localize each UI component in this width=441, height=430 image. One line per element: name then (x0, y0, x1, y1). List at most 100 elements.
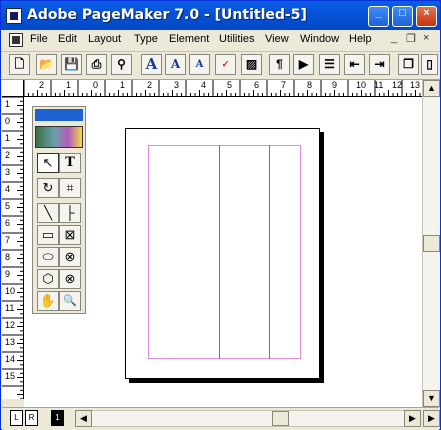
toolbar: 🗋 📂 💾 ⎙ ⚲ A A A ✓ ▨ ¶ ▶ ☰ ⇤ ⇥ ❐ ▯ (1, 52, 440, 80)
v-ruler-label: 4 (5, 184, 11, 194)
vertical-scrollbar[interactable]: ▲ ▼ (422, 80, 440, 407)
toolbox-title-bar[interactable] (35, 109, 83, 121)
crop-tool[interactable]: ⌗ (59, 178, 81, 198)
menu-element[interactable]: Element (169, 33, 209, 45)
text-tool[interactable]: T (59, 153, 81, 173)
v-ruler-label: 1 (5, 133, 11, 143)
menu-utilities[interactable]: Utilities (219, 33, 254, 45)
vertical-scroll-thumb[interactable] (423, 235, 440, 252)
left-master-page[interactable]: L (10, 410, 23, 426)
column-guide[interactable] (219, 145, 220, 359)
h-ruler-label: 7 (281, 80, 287, 90)
v-ruler-label: 7 (5, 235, 11, 245)
scroll-right-button[interactable]: ▶ (404, 410, 421, 427)
pointer-tool[interactable]: ↖ (37, 153, 59, 173)
indent-left-icon[interactable]: ⇤ (344, 54, 365, 75)
doc-close-icon[interactable]: × (423, 32, 429, 44)
rectangle-frame-tool[interactable]: ⊠ (59, 225, 81, 245)
new-icon[interactable]: 🗋 (9, 54, 30, 75)
pilcrow-icon[interactable]: ¶ (269, 54, 290, 75)
h-ruler-label: 0 (93, 80, 99, 90)
save-icon[interactable]: 💾 (61, 54, 82, 75)
hand-tool[interactable]: ✋ (37, 291, 59, 311)
toolbox-preview-swatch (35, 126, 83, 148)
v-ruler-label: 8 (5, 252, 11, 262)
h-ruler-label: 4 (201, 80, 207, 90)
scroll-left-button[interactable]: ◀ (75, 410, 92, 427)
polygon-frame-tool[interactable]: ⊗ (59, 269, 81, 289)
horizontal-ruler[interactable]: 2 1 0 1 2 3 4 5 6 7 8 9 10 11 12 13 (24, 80, 422, 97)
window-title: Adobe PageMaker 7.0 - [Untitled-5] (27, 7, 307, 23)
minimize-button[interactable]: _ (368, 6, 389, 27)
find-icon[interactable]: ⚲ (111, 54, 132, 75)
v-ruler-label: 6 (5, 218, 11, 228)
menu-help[interactable]: Help (349, 33, 372, 45)
h-ruler-label: 6 (254, 80, 260, 90)
v-ruler-label: 12 (5, 320, 16, 330)
horizontal-scrollbar[interactable]: ◀ ▶ (75, 410, 421, 427)
v-ruler-label: 0 (5, 116, 11, 126)
menu-window[interactable]: Window (300, 33, 339, 45)
v-ruler-label: 1 (5, 99, 11, 109)
toolbox-palette[interactable]: ↖ T ↻ ⌗ ╲ ├ ▭ ⊠ ⬭ ⊗ ⬡ ⊗ ✋ 🔍 (32, 106, 86, 314)
v-ruler-label: 2 (5, 150, 11, 160)
pagemaker-app-icon[interactable] (6, 8, 22, 24)
margin-guides (148, 145, 301, 359)
h-ruler-label: 12 (392, 80, 403, 90)
scroll-right-end-button[interactable]: ▶ (423, 410, 440, 427)
menu-type[interactable]: Type (134, 33, 158, 45)
menu-view[interactable]: View (265, 33, 289, 45)
font-icon[interactable]: A (141, 54, 162, 75)
h-ruler-label: 8 (307, 80, 313, 90)
maximize-button[interactable]: □ (392, 6, 413, 27)
v-ruler-label: 11 (5, 303, 15, 313)
ellipse-frame-tool[interactable]: ⊗ (59, 247, 81, 267)
doc-minimize-icon[interactable]: _ (391, 32, 397, 44)
v-ruler-label: 15 (5, 371, 16, 381)
h-ruler-label: 1 (66, 80, 72, 90)
font-smaller-icon[interactable]: A (189, 54, 210, 75)
menu-edit[interactable]: Edit (58, 33, 77, 45)
rectangle-tool[interactable]: ▭ (37, 225, 59, 245)
menu-file[interactable]: File (30, 33, 48, 45)
column-guide[interactable] (269, 145, 270, 359)
v-ruler-label: 3 (5, 167, 11, 177)
document-icon[interactable] (9, 33, 23, 47)
ellipse-tool[interactable]: ⬭ (37, 247, 59, 267)
polygon-tool[interactable]: ⬡ (37, 269, 59, 289)
v-ruler-label: 5 (5, 201, 11, 211)
close-icon: × (423, 7, 430, 19)
bullets-icon[interactable]: ☰ (319, 54, 340, 75)
rotate-tool[interactable]: ↻ (37, 178, 59, 198)
constrained-line-tool[interactable]: ├ (59, 203, 81, 223)
title-bar[interactable]: Adobe PageMaker 7.0 - [Untitled-5] _ □ × (1, 1, 440, 30)
page-1[interactable]: 1 (51, 410, 64, 426)
ruler-origin[interactable] (2, 80, 24, 97)
minimize-icon: _ (375, 7, 382, 19)
document-page[interactable] (125, 128, 320, 379)
menu-layout[interactable]: Layout (88, 33, 121, 45)
page-icon[interactable]: ▯ (421, 54, 438, 75)
print-icon[interactable]: ⎙ (86, 54, 107, 75)
zoom-tool[interactable]: 🔍 (59, 291, 81, 311)
text-flow-icon[interactable]: ▶ (293, 54, 314, 75)
close-button[interactable]: × (416, 6, 437, 27)
line-tool[interactable]: ╲ (37, 203, 59, 223)
copy-icon[interactable]: ❐ (398, 54, 419, 75)
scroll-down-button[interactable]: ▼ (423, 390, 440, 407)
horizontal-scroll-thumb[interactable] (272, 411, 289, 426)
right-master-page[interactable]: R (25, 410, 38, 426)
spell-icon[interactable]: ✓ (215, 54, 236, 75)
h-ruler-label: 2 (39, 80, 45, 90)
vertical-ruler[interactable]: 1 0 1 2 3 4 5 6 7 8 9 10 11 12 13 14 15 (2, 97, 24, 399)
v-ruler-label: 13 (5, 337, 16, 347)
page-navigation-bar: L R 1 ◀ ▶ ▶ (2, 407, 440, 430)
h-ruler-label: 5 (227, 80, 233, 90)
scroll-up-button[interactable]: ▲ (423, 80, 440, 97)
v-ruler-label: 14 (5, 354, 16, 364)
doc-restore-icon[interactable]: ❐ (406, 32, 416, 45)
fill-icon[interactable]: ▨ (241, 54, 262, 75)
open-icon[interactable]: 📂 (36, 54, 57, 75)
font-larger-icon[interactable]: A (165, 54, 186, 75)
indent-right-icon[interactable]: ⇥ (369, 54, 390, 75)
